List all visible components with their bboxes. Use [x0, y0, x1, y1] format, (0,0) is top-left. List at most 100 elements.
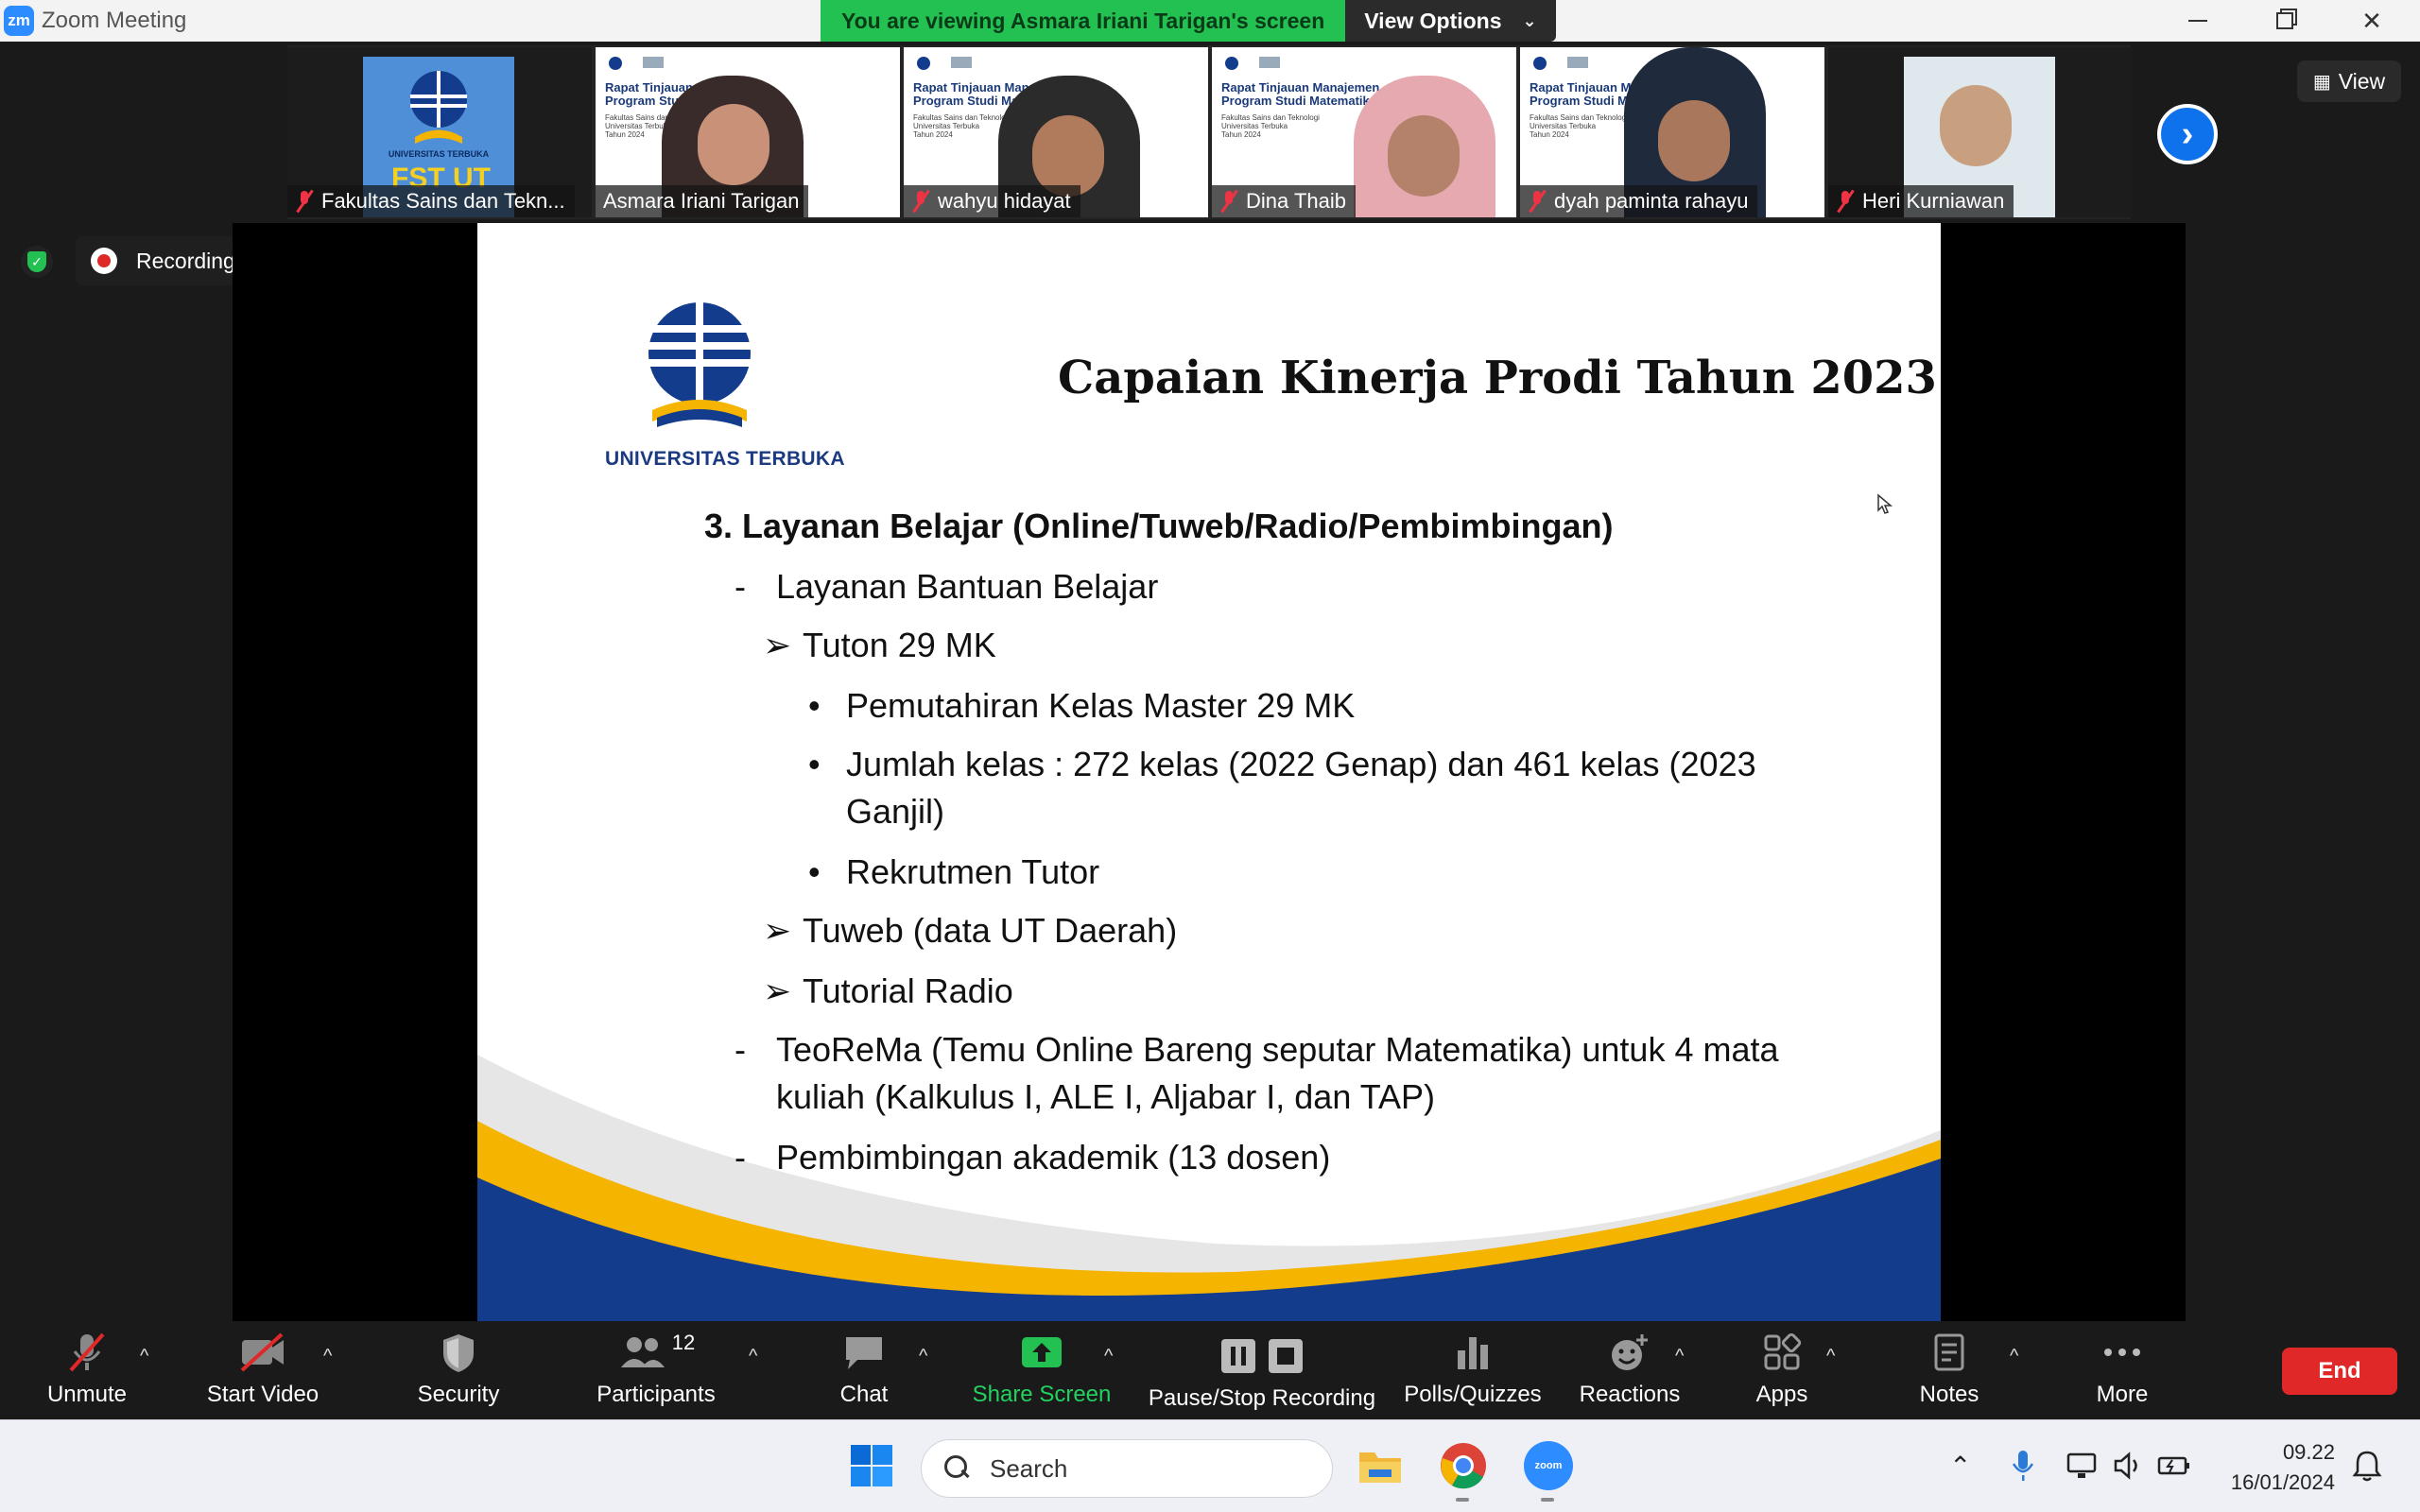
next-page-button[interactable]: › — [2157, 104, 2218, 164]
participant-name: Asmara Iriani Tarigan — [596, 185, 809, 217]
notes-options-caret[interactable]: ^ — [2010, 1346, 2018, 1367]
list-item: Layanan Bantuan Belajar — [776, 567, 1159, 606]
security-label: Security — [417, 1382, 500, 1407]
show-hidden-icons-chevron-icon[interactable]: ⌃ — [1949, 1451, 1971, 1482]
notes-label: Notes — [1919, 1382, 1979, 1407]
apps-options-caret[interactable]: ^ — [1826, 1346, 1835, 1367]
participant-tile[interactable]: Rapat Tinjauan ManajemenProgram Studi Ma… — [596, 47, 900, 217]
list-item-continuation: kuliah (Kalkulus I, ALE I, Aljabar I, da… — [776, 1077, 1436, 1116]
chat-label: Chat — [839, 1382, 889, 1407]
presentation-slide: UNIVERSITAS TERBUKA Capaian Kinerja Prod… — [477, 223, 1941, 1321]
view-options-label: View Options — [1364, 8, 1502, 33]
taskbar-clock[interactable]: 09.22 16/01/2024 — [2212, 1437, 2335, 1498]
zoom-running-indicator — [1541, 1498, 1554, 1502]
list-item: Pembimbingan akademik (13 dosen) — [776, 1138, 1331, 1177]
share-banner: You are viewing Asmara Iriani Tarigan's … — [821, 0, 1556, 42]
end-meeting-button[interactable]: End — [2282, 1348, 2397, 1395]
participant-face — [1940, 85, 2012, 166]
participant-tile[interactable]: UNIVERSITAS TERBUKA FST UT Fakultas Sain… — [287, 47, 592, 217]
participants-icon — [620, 1337, 665, 1367]
file-explorer-icon[interactable] — [1356, 1443, 1405, 1488]
participant-tile[interactable]: Rapat Tinjauan ManajemenProgram Studi Ma… — [1212, 47, 1516, 217]
shield-check-icon: ✓ — [27, 251, 46, 272]
list-item-continuation: Ganjil) — [846, 792, 945, 831]
participants-options-caret[interactable]: ^ — [749, 1346, 757, 1367]
pause-stop-recording-button[interactable]: Pause/Stop Recording — [1144, 1321, 1380, 1419]
ut-logo-icon — [917, 57, 930, 70]
polls-quizzes-button[interactable]: Polls/Quizzes — [1403, 1321, 1543, 1419]
volume-icon[interactable] — [2112, 1451, 2144, 1481]
chrome-running-indicator — [1456, 1498, 1469, 1502]
kampus-merdeka-logo-icon — [1259, 57, 1280, 68]
participant-tile[interactable]: Rapat Tinjauan ManajemenProgram Studi Ma… — [1520, 47, 1824, 217]
start-video-button[interactable]: Start Video — [199, 1321, 327, 1419]
chrome-icon[interactable] — [1439, 1441, 1488, 1490]
video-off-icon — [238, 1331, 287, 1374]
view-options-button[interactable]: View Options ⌄ — [1345, 0, 1556, 42]
bar-chart-icon — [1454, 1331, 1492, 1374]
clock-date: 16/01/2024 — [2230, 1470, 2335, 1494]
dash-marker: - — [735, 567, 746, 606]
taskbar-search[interactable]: Search — [921, 1439, 1333, 1498]
list-item: Tutorial Radio — [803, 971, 1013, 1010]
encryption-shield[interactable]: ✓ — [21, 246, 53, 278]
minimize-icon — [2188, 20, 2207, 22]
zoom-taskbar-icon[interactable]: zoom — [1524, 1441, 1573, 1490]
ut-logo-icon — [609, 57, 622, 70]
participants-button[interactable]: 12 Participants — [590, 1321, 722, 1419]
recording-dot-icon — [91, 248, 117, 274]
windows-taskbar: Search zoom ⌃ 09.22 16/01/2024 — [0, 1419, 2420, 1512]
participant-tile[interactable]: Rapat Tinjauan ManajemenProgram Studi Ma… — [904, 47, 1208, 217]
viewing-screen-label: You are viewing Asmara Iriani Tarigan's … — [821, 0, 1346, 42]
mic-muted-icon — [1219, 190, 1238, 213]
chat-button[interactable]: Chat — [817, 1321, 911, 1419]
network-icon[interactable] — [2066, 1451, 2099, 1481]
reactions-label: Reactions — [1579, 1382, 1681, 1407]
search-icon — [944, 1455, 971, 1482]
more-label: More — [2096, 1382, 2149, 1407]
apps-button[interactable]: Apps — [1739, 1321, 1824, 1419]
meeting-toolbar: Unmute ^ Start Video ^ Security 12 Parti… — [0, 1321, 2420, 1419]
more-button[interactable]: More — [2080, 1321, 2165, 1419]
unmute-button[interactable]: Unmute — [38, 1321, 136, 1419]
chat-icon — [842, 1331, 886, 1374]
kampus-merdeka-logo-icon — [951, 57, 972, 68]
share-options-caret[interactable]: ^ — [1104, 1346, 1113, 1367]
dash-marker: - — [735, 1030, 746, 1069]
share-screen-label: Share Screen — [972, 1382, 1112, 1407]
video-options-caret[interactable]: ^ — [323, 1346, 332, 1367]
notes-button[interactable]: Notes — [1906, 1321, 1993, 1419]
participant-strip: UNIVERSITAS TERBUKA FST UT Fakultas Sain… — [287, 45, 2133, 219]
microphone-icon[interactable] — [2010, 1449, 2036, 1483]
participant-name: Fakultas Sains dan Tekn... — [287, 185, 575, 217]
notification-bell-icon[interactable] — [2352, 1449, 2382, 1483]
restore-button[interactable] — [2242, 0, 2327, 42]
kampus-merdeka-logo-icon — [643, 57, 664, 68]
list-item: Rekrutmen Tutor — [846, 852, 1100, 891]
participant-name: Dina Thaib — [1212, 185, 1356, 217]
chat-options-caret[interactable]: ^ — [919, 1346, 927, 1367]
more-dots-icon — [2100, 1331, 2144, 1374]
list-item: Pemutahiran Kelas Master 29 MK — [846, 686, 1356, 725]
view-label: View — [2338, 68, 2386, 94]
windows-start-icon[interactable] — [849, 1443, 894, 1488]
share-screen-button[interactable]: Share Screen — [970, 1321, 1114, 1419]
section-heading: 3. Layanan Belajar (Online/Tuweb/Radio/P… — [704, 507, 1614, 545]
ut-logo-caption: UNIVERSITAS TERBUKA — [388, 149, 490, 159]
minimize-button[interactable] — [2155, 0, 2240, 42]
mic-muted-icon — [1836, 190, 1855, 213]
security-button[interactable]: Security — [406, 1321, 510, 1419]
search-placeholder: Search — [990, 1453, 1068, 1483]
unmute-label: Unmute — [46, 1382, 128, 1407]
dash-marker: - — [735, 1138, 746, 1177]
audio-options-caret[interactable]: ^ — [140, 1346, 148, 1367]
close-button[interactable]: ✕ — [2329, 0, 2414, 42]
participant-tile[interactable]: Heri Kurniawan — [1828, 47, 2133, 217]
battery-icon[interactable] — [2157, 1451, 2191, 1481]
participants-count: 12 — [671, 1331, 696, 1354]
view-button[interactable]: ▦ View — [2297, 60, 2401, 102]
window-title: Zoom Meeting — [42, 8, 187, 33]
reactions-options-caret[interactable]: ^ — [1675, 1346, 1684, 1367]
reactions-button[interactable]: Reactions — [1577, 1321, 1683, 1419]
participant-face — [698, 104, 769, 185]
